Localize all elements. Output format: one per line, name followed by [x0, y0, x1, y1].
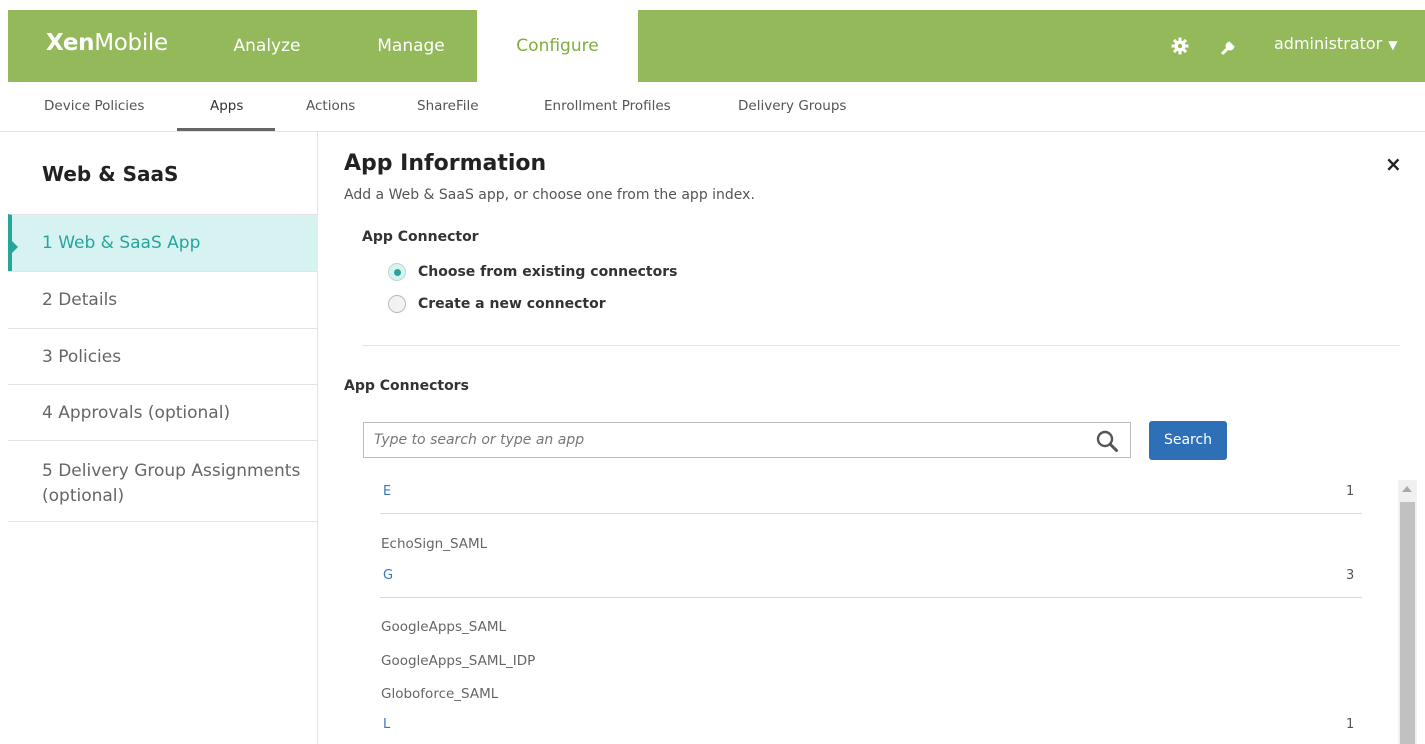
gear-icon[interactable] — [1170, 36, 1190, 56]
sidebar-title: Web & SaaS — [42, 162, 179, 186]
step-web-saas-app[interactable]: 1 Web & SaaS App — [8, 214, 318, 271]
page-subtitle: Add a Web & SaaS app, or choose one from… — [344, 187, 755, 203]
search-field[interactable] — [363, 422, 1131, 458]
radio-button-checked[interactable] — [388, 263, 406, 281]
group-letter[interactable]: L — [383, 717, 390, 732]
app-connectors-label: App Connectors — [344, 378, 469, 394]
group-divider — [380, 597, 1362, 598]
top-navigation-bar: XenMobile Analyze Manage Configure admin… — [8, 10, 1425, 82]
search-icon[interactable] — [1095, 429, 1119, 453]
subnav-sharefile[interactable]: ShareFile — [417, 98, 479, 114]
subnav-delivery-groups[interactable]: Delivery Groups — [738, 98, 846, 114]
close-icon[interactable]: × — [1385, 152, 1402, 176]
active-step-marker — [12, 241, 18, 253]
search-input[interactable] — [374, 429, 1074, 451]
sub-navigation: Device Policies Apps Actions ShareFile E… — [0, 82, 1425, 132]
radio-label: Create a new connector — [418, 296, 606, 312]
step-label: 5 Delivery Group Assignments (optional) — [42, 461, 301, 506]
subnav-apps[interactable]: Apps — [210, 98, 243, 114]
wrench-icon[interactable] — [1220, 36, 1240, 56]
tab-manage[interactable]: Manage — [358, 10, 464, 82]
list-item[interactable]: EchoSign_SAML — [381, 536, 487, 552]
scrollbar-thumb[interactable] — [1400, 502, 1415, 744]
group-count: 3 — [1346, 568, 1355, 583]
group-count: 1 — [1346, 717, 1355, 732]
radio-choose-existing[interactable]: Choose from existing connectors — [388, 263, 677, 281]
step-label: 2 Details — [42, 290, 118, 310]
group-count: 1 — [1346, 484, 1355, 499]
step-details[interactable]: 2 Details — [8, 271, 318, 328]
list-item[interactable]: Globoforce_SAML — [381, 686, 498, 702]
active-subnav-indicator — [177, 128, 275, 131]
user-name: administrator — [1274, 34, 1383, 53]
scroll-up-arrow-icon[interactable] — [1402, 486, 1412, 492]
subnav-enrollment-profiles[interactable]: Enrollment Profiles — [544, 98, 671, 114]
wizard-sidebar: Web & SaaS 1 Web & SaaS App 2 Details 3 … — [8, 132, 318, 744]
scrollbar[interactable] — [1398, 480, 1417, 744]
list-item[interactable]: GoogleApps_SAML — [381, 619, 506, 635]
step-label: 3 Policies — [42, 347, 122, 367]
xenmobile-logo[interactable]: XenMobile — [46, 30, 168, 56]
step-policies[interactable]: 3 Policies — [8, 328, 318, 384]
step-label: 4 Approvals (optional) — [42, 403, 231, 423]
step-approvals[interactable]: 4 Approvals (optional) — [8, 384, 318, 440]
user-menu[interactable]: administrator ▼ — [1274, 34, 1397, 53]
section-divider — [362, 345, 1400, 346]
radio-create-new[interactable]: Create a new connector — [388, 295, 606, 313]
chevron-down-icon: ▼ — [1388, 38, 1398, 52]
step-delivery-group-assignments[interactable]: 5 Delivery Group Assignments (optional) — [8, 440, 318, 522]
list-item[interactable]: GoogleApps_SAML_IDP — [381, 653, 535, 669]
tab-configure[interactable]: Configure — [477, 10, 638, 82]
page-title: App Information — [344, 151, 547, 176]
app-connector-label: App Connector — [362, 229, 479, 245]
tab-analyze[interactable]: Analyze — [214, 10, 320, 82]
radio-label: Choose from existing connectors — [418, 264, 678, 280]
group-letter[interactable]: G — [383, 568, 393, 583]
search-button[interactable]: Search — [1149, 421, 1227, 460]
group-divider — [380, 513, 1362, 514]
radio-button[interactable] — [388, 295, 406, 313]
step-label: 1 Web & SaaS App — [42, 233, 201, 253]
group-letter[interactable]: E — [383, 484, 391, 499]
subnav-actions[interactable]: Actions — [306, 98, 355, 114]
subnav-device-policies[interactable]: Device Policies — [44, 98, 144, 114]
